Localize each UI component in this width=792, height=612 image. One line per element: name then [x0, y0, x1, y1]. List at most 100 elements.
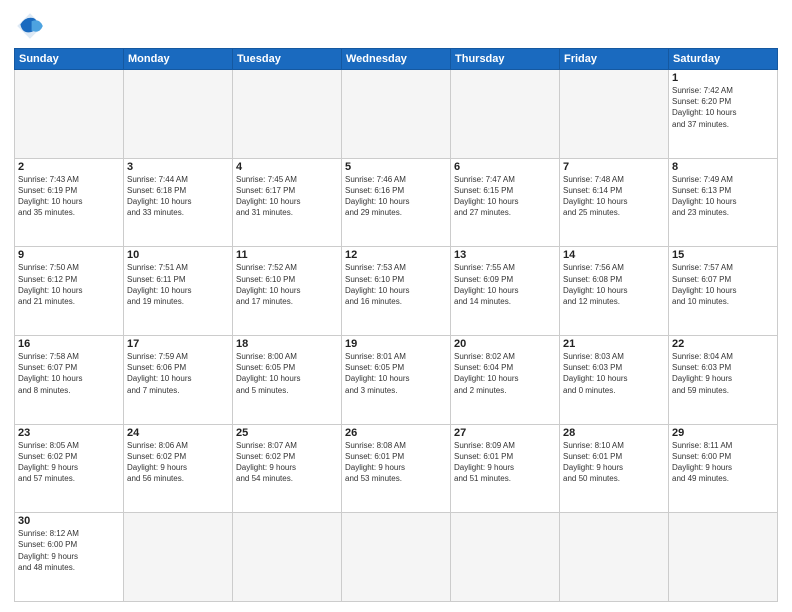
day-number: 24 — [127, 427, 229, 439]
day-number: 19 — [345, 338, 447, 350]
weekday-header: Monday — [124, 49, 233, 70]
day-info: Sunrise: 7:55 AMSunset: 6:09 PMDaylight:… — [454, 262, 556, 307]
calendar-cell: 6Sunrise: 7:47 AMSunset: 6:15 PMDaylight… — [451, 158, 560, 247]
day-info: Sunrise: 7:49 AMSunset: 6:13 PMDaylight:… — [672, 174, 774, 219]
day-number: 7 — [563, 161, 665, 173]
weekday-header-row: SundayMondayTuesdayWednesdayThursdayFrid… — [15, 49, 778, 70]
calendar-cell: 30Sunrise: 8:12 AMSunset: 6:00 PMDayligh… — [15, 513, 124, 602]
day-info: Sunrise: 7:50 AMSunset: 6:12 PMDaylight:… — [18, 262, 120, 307]
calendar-cell: 27Sunrise: 8:09 AMSunset: 6:01 PMDayligh… — [451, 424, 560, 513]
day-info: Sunrise: 8:06 AMSunset: 6:02 PMDaylight:… — [127, 440, 229, 485]
calendar-cell — [451, 513, 560, 602]
calendar-cell: 19Sunrise: 8:01 AMSunset: 6:05 PMDayligh… — [342, 335, 451, 424]
calendar-cell: 10Sunrise: 7:51 AMSunset: 6:11 PMDayligh… — [124, 247, 233, 336]
day-info: Sunrise: 8:11 AMSunset: 6:00 PMDaylight:… — [672, 440, 774, 485]
day-info: Sunrise: 7:56 AMSunset: 6:08 PMDaylight:… — [563, 262, 665, 307]
day-info: Sunrise: 8:08 AMSunset: 6:01 PMDaylight:… — [345, 440, 447, 485]
day-info: Sunrise: 7:42 AMSunset: 6:20 PMDaylight:… — [672, 85, 774, 130]
weekday-header: Friday — [560, 49, 669, 70]
calendar-cell — [124, 513, 233, 602]
calendar-cell: 26Sunrise: 8:08 AMSunset: 6:01 PMDayligh… — [342, 424, 451, 513]
calendar-cell — [342, 513, 451, 602]
day-number: 26 — [345, 427, 447, 439]
day-info: Sunrise: 7:53 AMSunset: 6:10 PMDaylight:… — [345, 262, 447, 307]
calendar-week-row: 9Sunrise: 7:50 AMSunset: 6:12 PMDaylight… — [15, 247, 778, 336]
day-info: Sunrise: 7:51 AMSunset: 6:11 PMDaylight:… — [127, 262, 229, 307]
calendar-cell: 18Sunrise: 8:00 AMSunset: 6:05 PMDayligh… — [233, 335, 342, 424]
day-info: Sunrise: 7:44 AMSunset: 6:18 PMDaylight:… — [127, 174, 229, 219]
weekday-header: Sunday — [15, 49, 124, 70]
day-number: 23 — [18, 427, 120, 439]
calendar-week-row: 30Sunrise: 8:12 AMSunset: 6:00 PMDayligh… — [15, 513, 778, 602]
day-number: 6 — [454, 161, 556, 173]
day-number: 28 — [563, 427, 665, 439]
day-number: 16 — [18, 338, 120, 350]
calendar-cell: 11Sunrise: 7:52 AMSunset: 6:10 PMDayligh… — [233, 247, 342, 336]
calendar-cell — [124, 70, 233, 159]
day-info: Sunrise: 7:52 AMSunset: 6:10 PMDaylight:… — [236, 262, 338, 307]
day-number: 30 — [18, 515, 120, 527]
calendar-cell — [342, 70, 451, 159]
header — [14, 10, 778, 42]
day-info: Sunrise: 7:43 AMSunset: 6:19 PMDaylight:… — [18, 174, 120, 219]
calendar-cell: 12Sunrise: 7:53 AMSunset: 6:10 PMDayligh… — [342, 247, 451, 336]
day-info: Sunrise: 8:00 AMSunset: 6:05 PMDaylight:… — [236, 351, 338, 396]
calendar-cell: 1Sunrise: 7:42 AMSunset: 6:20 PMDaylight… — [669, 70, 778, 159]
calendar-cell: 29Sunrise: 8:11 AMSunset: 6:00 PMDayligh… — [669, 424, 778, 513]
calendar-cell — [669, 513, 778, 602]
day-number: 12 — [345, 249, 447, 261]
day-number: 13 — [454, 249, 556, 261]
calendar-week-row: 1Sunrise: 7:42 AMSunset: 6:20 PMDaylight… — [15, 70, 778, 159]
calendar-cell: 8Sunrise: 7:49 AMSunset: 6:13 PMDaylight… — [669, 158, 778, 247]
day-info: Sunrise: 7:58 AMSunset: 6:07 PMDaylight:… — [18, 351, 120, 396]
calendar-cell: 2Sunrise: 7:43 AMSunset: 6:19 PMDaylight… — [15, 158, 124, 247]
day-number: 10 — [127, 249, 229, 261]
weekday-header: Tuesday — [233, 49, 342, 70]
calendar-cell: 15Sunrise: 7:57 AMSunset: 6:07 PMDayligh… — [669, 247, 778, 336]
weekday-header: Thursday — [451, 49, 560, 70]
day-info: Sunrise: 8:02 AMSunset: 6:04 PMDaylight:… — [454, 351, 556, 396]
calendar-table: SundayMondayTuesdayWednesdayThursdayFrid… — [14, 48, 778, 602]
calendar-cell: 9Sunrise: 7:50 AMSunset: 6:12 PMDaylight… — [15, 247, 124, 336]
day-info: Sunrise: 8:04 AMSunset: 6:03 PMDaylight:… — [672, 351, 774, 396]
day-number: 15 — [672, 249, 774, 261]
day-number: 1 — [672, 72, 774, 84]
day-number: 17 — [127, 338, 229, 350]
day-number: 3 — [127, 161, 229, 173]
calendar-cell — [233, 70, 342, 159]
calendar-cell: 16Sunrise: 7:58 AMSunset: 6:07 PMDayligh… — [15, 335, 124, 424]
day-number: 29 — [672, 427, 774, 439]
logo-icon — [14, 10, 46, 42]
day-info: Sunrise: 8:10 AMSunset: 6:01 PMDaylight:… — [563, 440, 665, 485]
calendar-cell: 20Sunrise: 8:02 AMSunset: 6:04 PMDayligh… — [451, 335, 560, 424]
day-number: 22 — [672, 338, 774, 350]
day-info: Sunrise: 8:01 AMSunset: 6:05 PMDaylight:… — [345, 351, 447, 396]
day-number: 27 — [454, 427, 556, 439]
calendar-cell: 28Sunrise: 8:10 AMSunset: 6:01 PMDayligh… — [560, 424, 669, 513]
day-info: Sunrise: 7:47 AMSunset: 6:15 PMDaylight:… — [454, 174, 556, 219]
calendar-cell — [15, 70, 124, 159]
calendar-cell: 17Sunrise: 7:59 AMSunset: 6:06 PMDayligh… — [124, 335, 233, 424]
day-info: Sunrise: 7:45 AMSunset: 6:17 PMDaylight:… — [236, 174, 338, 219]
day-info: Sunrise: 7:48 AMSunset: 6:14 PMDaylight:… — [563, 174, 665, 219]
day-number: 20 — [454, 338, 556, 350]
day-info: Sunrise: 8:03 AMSunset: 6:03 PMDaylight:… — [563, 351, 665, 396]
day-info: Sunrise: 8:07 AMSunset: 6:02 PMDaylight:… — [236, 440, 338, 485]
calendar-cell — [233, 513, 342, 602]
day-number: 18 — [236, 338, 338, 350]
day-number: 14 — [563, 249, 665, 261]
calendar-cell: 4Sunrise: 7:45 AMSunset: 6:17 PMDaylight… — [233, 158, 342, 247]
calendar-cell: 14Sunrise: 7:56 AMSunset: 6:08 PMDayligh… — [560, 247, 669, 336]
day-number: 9 — [18, 249, 120, 261]
calendar-cell: 23Sunrise: 8:05 AMSunset: 6:02 PMDayligh… — [15, 424, 124, 513]
day-number: 4 — [236, 161, 338, 173]
day-number: 5 — [345, 161, 447, 173]
day-info: Sunrise: 7:59 AMSunset: 6:06 PMDaylight:… — [127, 351, 229, 396]
day-info: Sunrise: 8:05 AMSunset: 6:02 PMDaylight:… — [18, 440, 120, 485]
page: SundayMondayTuesdayWednesdayThursdayFrid… — [0, 0, 792, 612]
calendar-week-row: 16Sunrise: 7:58 AMSunset: 6:07 PMDayligh… — [15, 335, 778, 424]
day-number: 25 — [236, 427, 338, 439]
calendar-cell: 3Sunrise: 7:44 AMSunset: 6:18 PMDaylight… — [124, 158, 233, 247]
calendar-cell — [451, 70, 560, 159]
day-number: 11 — [236, 249, 338, 261]
